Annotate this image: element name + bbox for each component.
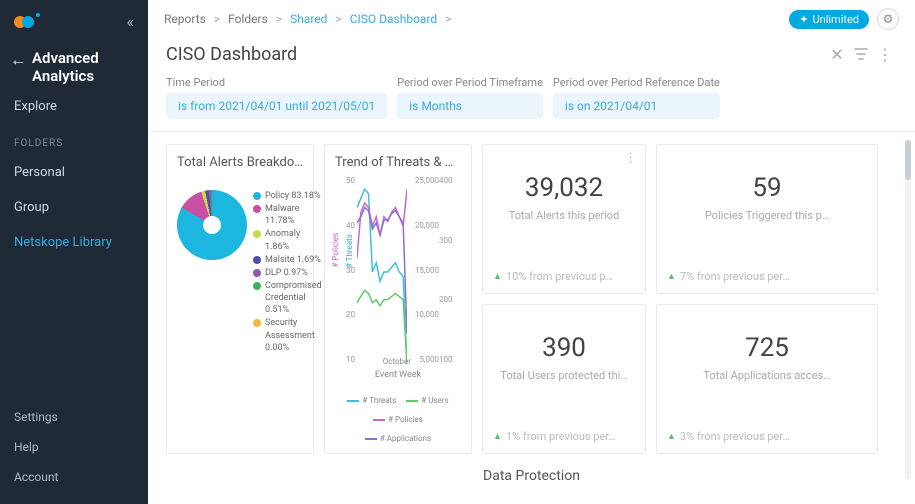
metric-policies-triggered: 59 Policies Triggered this p… ▲ 7% from … <box>656 144 878 294</box>
unlimited-pill[interactable]: ✦ Unlimited <box>789 10 869 29</box>
crumb-sep-icon: > <box>335 12 341 26</box>
breadcrumb-shared[interactable]: Shared <box>290 12 327 26</box>
filters: Time Period is from 2021/04/01 until 202… <box>148 76 915 132</box>
main: Reports > Folders > Shared > CISO Dashbo… <box>148 0 915 504</box>
y-axis-mid: 25,00020,00015,00010,0005,000 <box>409 176 439 364</box>
sidebar-title-row[interactable]: ← Advanced Analytics <box>0 45 148 89</box>
sidebar-item-personal[interactable]: Personal <box>0 155 148 190</box>
card-alerts-breakdown: Total Alerts Breakdown … Policy 83.18%Ma… <box>166 144 314 454</box>
metric-value: 390 <box>542 333 586 363</box>
sidebar: « ← Advanced Analytics Explore FOLDERS P… <box>0 0 148 504</box>
sidebar-item-explore[interactable]: Explore <box>0 89 148 124</box>
card-title: Total Alerts Breakdown … <box>177 155 303 170</box>
page-title: CISO Dashboard <box>166 44 297 65</box>
sidebar-subtitle: Analytics <box>32 67 99 85</box>
collapse-sidebar-icon[interactable]: « <box>126 12 134 31</box>
scrollbar[interactable] <box>905 140 911 480</box>
card-trend: Trend of Threats & Adoption (past … # Po… <box>324 144 472 454</box>
metric-delta: ▲ 3% from previous per… <box>667 430 790 443</box>
filter-label: Period over Period Timeframe <box>397 76 543 89</box>
title-row: CISO Dashboard ✕ ⋮ <box>148 38 915 76</box>
filter-pop-timeframe: Period over Period Timeframe is Months <box>397 76 543 119</box>
card-kebab-icon[interactable]: ⋮ <box>624 151 637 166</box>
dashboard-grid: ⋮ 39,032 Total Alerts this period ▲ 10% … <box>166 144 897 454</box>
logo-row: « <box>0 12 148 45</box>
close-icon[interactable]: ✕ <box>825 42 849 66</box>
filter-chip-pop-timeframe[interactable]: is Months <box>397 93 543 119</box>
filter-icon[interactable] <box>849 42 873 66</box>
back-arrow-icon[interactable]: ← <box>10 49 26 69</box>
filter-pop-reference: Period over Period Reference Date is on … <box>553 76 720 119</box>
netskope-logo-icon <box>14 13 42 31</box>
breadcrumb-folders[interactable]: Folders <box>228 12 268 26</box>
metric-total-applications: 725 Total Applications acces… ▲ 3% from … <box>656 304 878 454</box>
filter-chip-pop-reference[interactable]: is on 2021/04/01 <box>553 93 720 119</box>
card-title: Trend of Threats & Adoption (past … <box>335 155 461 170</box>
up-triangle-icon: ▲ <box>493 271 502 282</box>
pie-chart <box>177 190 247 260</box>
sidebar-item-help[interactable]: Help <box>0 432 148 462</box>
content: ⋮ 39,032 Total Alerts this period ▲ 10% … <box>148 132 915 504</box>
up-triangle-icon: ▲ <box>493 431 502 442</box>
filter-chip-time-period[interactable]: is from 2021/04/01 until 2021/05/01 <box>166 93 387 119</box>
metric-delta: ▲ 7% from previous per… <box>667 270 790 283</box>
metric-total-alerts: ⋮ 39,032 Total Alerts this period ▲ 10% … <box>482 144 646 294</box>
metric-label: Policies Triggered this p… <box>705 209 829 222</box>
sidebar-footer: Settings Help Account <box>0 402 148 492</box>
metric-value: 725 <box>745 333 789 363</box>
section-data-protection: Data Protection <box>166 468 897 484</box>
sidebar-item-group[interactable]: Group <box>0 190 148 225</box>
metric-label: Total Alerts this period <box>509 209 620 222</box>
y-axis-right: 400300200100 <box>439 176 461 364</box>
metric-label: Total Users protected thi… <box>500 369 627 382</box>
filter-label: Period over Period Reference Date <box>553 76 720 89</box>
metric-total-users: 390 Total Users protected thi… ▲ 1% from… <box>482 304 646 454</box>
plot-area <box>357 180 407 364</box>
y-axis-left: 5040302010 <box>335 176 355 364</box>
sidebar-item-netskope-library[interactable]: Netskope Library <box>0 225 148 260</box>
pie-legend: Policy 83.18%Malware 11.78%Anomaly 1.86%… <box>253 190 322 355</box>
up-triangle-icon: ▲ <box>667 431 676 442</box>
crumb-sep-icon: > <box>276 12 282 26</box>
breadcrumb-root[interactable]: Reports <box>164 12 206 26</box>
sidebar-title: Advanced <box>32 49 99 67</box>
scrollbar-thumb[interactable] <box>905 140 911 180</box>
metric-value: 39,032 <box>525 173 603 203</box>
trend-legend: # Threats# Users# Policies# Applications <box>335 396 461 443</box>
breadcrumb-page[interactable]: CISO Dashboard <box>350 12 437 26</box>
filter-label: Time Period <box>166 76 387 89</box>
gear-icon[interactable]: ⚙ <box>877 8 899 30</box>
topbar: Reports > Folders > Shared > CISO Dashbo… <box>148 0 915 38</box>
kebab-icon[interactable]: ⋮ <box>873 42 897 66</box>
x-tick: October <box>383 357 411 366</box>
metric-delta: ▲ 10% from previous p… <box>493 270 613 283</box>
line-chart: # Policies # Threats 5040302010 25,00020… <box>335 176 461 394</box>
filter-time-period: Time Period is from 2021/04/01 until 202… <box>166 76 387 119</box>
x-axis-label: Event Week <box>335 370 461 380</box>
sidebar-item-account[interactable]: Account <box>0 462 148 492</box>
metric-delta: ▲ 1% from previous per… <box>493 430 616 443</box>
sidebar-item-settings[interactable]: Settings <box>0 402 148 432</box>
metric-label: Total Applications acces… <box>703 369 830 382</box>
metric-value: 59 <box>752 173 781 203</box>
crumb-sep-icon: > <box>445 12 451 26</box>
sparkle-icon: ✦ <box>799 13 808 26</box>
crumb-sep-icon: > <box>214 12 220 26</box>
up-triangle-icon: ▲ <box>667 271 676 282</box>
sidebar-section-label: FOLDERS <box>0 124 148 155</box>
unlimited-label: Unlimited <box>812 13 859 26</box>
